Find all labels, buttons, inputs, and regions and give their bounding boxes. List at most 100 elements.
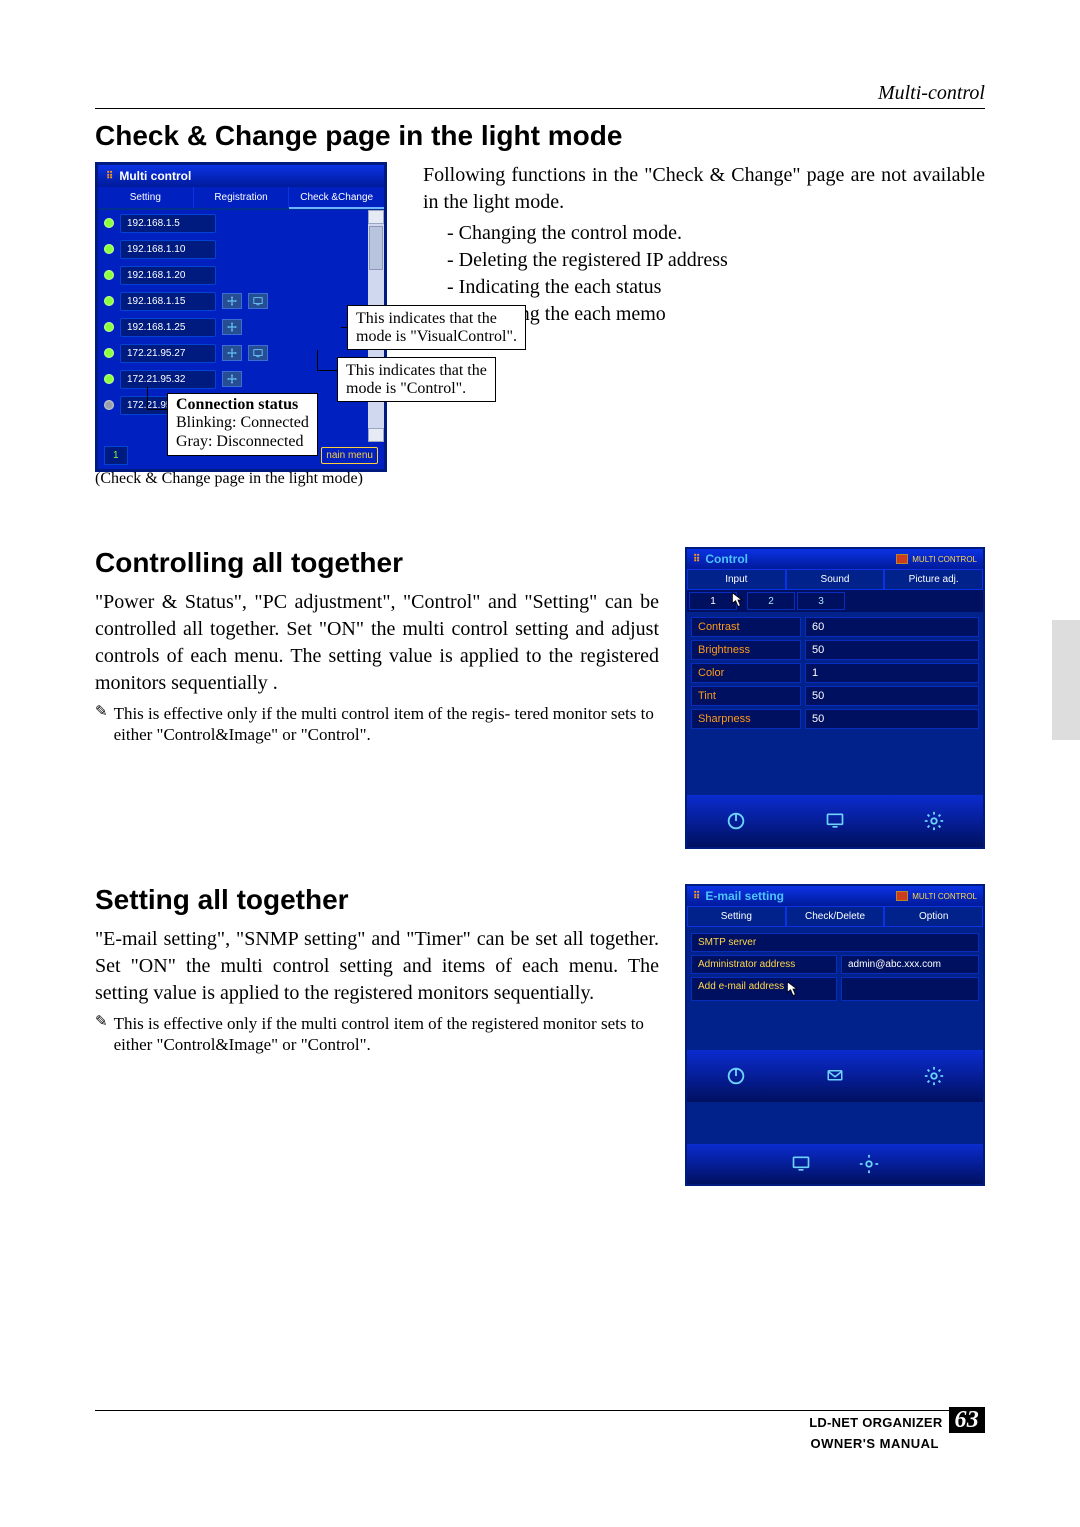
move-icon[interactable] xyxy=(222,371,242,387)
section2-para: "Power & Status", "PC adjustment", "Cont… xyxy=(95,589,659,697)
monitor-icon[interactable] xyxy=(821,810,849,832)
list-item[interactable]: 192.168.1.5 xyxy=(98,210,368,236)
section1-bullet: Indicating the each memo xyxy=(447,301,985,328)
control-label: Contrast xyxy=(691,617,801,637)
multicontrol-title: Multi control xyxy=(98,165,384,187)
header-rule xyxy=(95,108,985,109)
power-icon[interactable] xyxy=(722,810,750,832)
section1-intro: Following functions in the "Check & Chan… xyxy=(423,162,985,216)
email-label: Administrator address xyxy=(691,955,837,974)
control-label: Sharpness xyxy=(691,709,801,729)
monitor-icon[interactable] xyxy=(248,293,268,309)
email-value[interactable]: admin@abc.xxx.com xyxy=(841,955,979,974)
section3-note: This is effective only if the multi cont… xyxy=(95,1013,659,1056)
section3-heading: Setting all together xyxy=(95,884,659,916)
section2-note: This is effective only if the multi cont… xyxy=(95,703,659,746)
settings-icon[interactable] xyxy=(920,1065,948,1087)
email-label: SMTP server xyxy=(691,933,979,952)
section1-heading: Check & Change page in the light mode xyxy=(95,120,985,152)
callout-line xyxy=(147,409,167,410)
tab-check-delete[interactable]: Check/Delete xyxy=(786,906,885,927)
monitor-icon[interactable] xyxy=(787,1153,815,1175)
email-row: SMTP server xyxy=(691,933,979,952)
status-led-icon xyxy=(104,218,114,228)
badge-icon xyxy=(896,891,908,901)
move-icon[interactable] xyxy=(222,293,242,309)
page-indicator[interactable]: 1 xyxy=(104,446,128,465)
power-icon[interactable] xyxy=(722,1065,750,1087)
control-rows: Contrast60Brightness50Color1Tint50Sharpn… xyxy=(687,612,983,734)
tab-email-setting[interactable]: Setting xyxy=(687,906,786,927)
footer-product: LD-NET ORGANIZER xyxy=(809,1415,942,1430)
control-subtabs: 1 2 3 xyxy=(687,590,983,612)
main-menu-button[interactable]: nain menu xyxy=(321,447,378,464)
status-led-icon xyxy=(104,400,114,410)
tab-option[interactable]: Option xyxy=(884,906,983,927)
tab-input[interactable]: Input xyxy=(687,569,786,590)
control-value[interactable]: 50 xyxy=(805,709,979,729)
tab-check-change[interactable]: Check &Change xyxy=(289,187,384,208)
move-icon[interactable] xyxy=(222,345,242,361)
email-footer-icons-row2 xyxy=(687,1144,983,1184)
ip-button[interactable]: 172.21.95.32 xyxy=(120,370,216,389)
email-row: Add e-mail address xyxy=(691,977,979,1001)
email-row: Administrator addressadmin@abc.xxx.com xyxy=(691,955,979,974)
subtab-1[interactable]: 1 xyxy=(689,592,737,610)
list-item[interactable]: 192.168.1.25 xyxy=(98,314,368,340)
scroll-thumb[interactable] xyxy=(369,226,383,270)
page-number: 63 xyxy=(949,1407,986,1433)
subtab-2[interactable]: 2 xyxy=(747,592,795,610)
callout-conn-l2: Gray: Disconnected xyxy=(176,433,304,450)
email-label: Add e-mail address xyxy=(691,977,837,1001)
list-item[interactable]: 192.168.1.10 xyxy=(98,236,368,262)
ip-button[interactable]: 192.168.1.5 xyxy=(120,214,216,233)
tab-registration[interactable]: Registration xyxy=(194,187,290,208)
control-value[interactable]: 1 xyxy=(805,663,979,683)
ip-button[interactable]: 192.168.1.15 xyxy=(120,292,216,311)
callout-conn-l1: Blinking: Connected xyxy=(176,414,309,431)
callout-control: This indicates that themode is "Control"… xyxy=(337,357,496,402)
chapter-side-tab xyxy=(1052,620,1080,740)
settings-icon[interactable] xyxy=(855,1153,883,1175)
callout-conn-title: Connection status xyxy=(176,396,298,413)
list-item[interactable]: 172.21.95.27 xyxy=(98,340,368,366)
status-led-icon xyxy=(104,348,114,358)
email-value[interactable] xyxy=(841,977,979,1001)
tab-setting[interactable]: Setting xyxy=(98,187,194,208)
section1-bullet: Deleting the registered IP address xyxy=(447,247,985,274)
control-panel: Control MULTI CONTROL Input Sound Pictur… xyxy=(685,547,985,849)
callout-line xyxy=(317,350,318,370)
ip-button[interactable]: 192.168.1.20 xyxy=(120,266,216,285)
subtab-3[interactable]: 3 xyxy=(797,592,845,610)
badge-icon xyxy=(896,554,908,564)
control-value[interactable]: 50 xyxy=(805,686,979,706)
control-value[interactable]: 60 xyxy=(805,617,979,637)
footer-subtitle: OWNER'S MANUAL xyxy=(809,1436,939,1451)
mail-icon[interactable] xyxy=(821,1065,849,1087)
ip-button[interactable]: 192.168.1.25 xyxy=(120,318,216,337)
section2-heading: Controlling all together xyxy=(95,547,659,579)
control-panel-title: Control xyxy=(693,552,748,566)
settings-icon[interactable] xyxy=(920,810,948,832)
email-panel-title: E-mail setting xyxy=(693,889,784,903)
callout-line xyxy=(147,387,148,409)
list-item[interactable]: 192.168.1.15 xyxy=(98,288,368,314)
control-row: Tint50 xyxy=(691,686,979,706)
scroll-down-icon[interactable] xyxy=(368,428,384,442)
control-row: Color1 xyxy=(691,663,979,683)
control-label: Tint xyxy=(691,686,801,706)
callout-connection: Connection status Blinking: Connected Gr… xyxy=(167,393,318,456)
cursor-icon xyxy=(731,592,745,614)
scroll-up-icon[interactable] xyxy=(368,210,384,224)
monitor-icon[interactable] xyxy=(248,345,268,361)
email-panel: E-mail setting MULTI CONTROL Setting Che… xyxy=(685,884,985,1186)
ip-button[interactable]: 172.21.95.27 xyxy=(120,344,216,363)
email-rows: SMTP server Administrator addressadmin@ab… xyxy=(687,927,983,1007)
section1-bullet: Indicating the each status xyxy=(447,274,985,301)
move-icon[interactable] xyxy=(222,319,242,335)
tab-picture-adj[interactable]: Picture adj. xyxy=(884,569,983,590)
tab-sound[interactable]: Sound xyxy=(786,569,885,590)
ip-button[interactable]: 192.168.1.10 xyxy=(120,240,216,259)
list-item[interactable]: 192.168.1.20 xyxy=(98,262,368,288)
control-value[interactable]: 50 xyxy=(805,640,979,660)
